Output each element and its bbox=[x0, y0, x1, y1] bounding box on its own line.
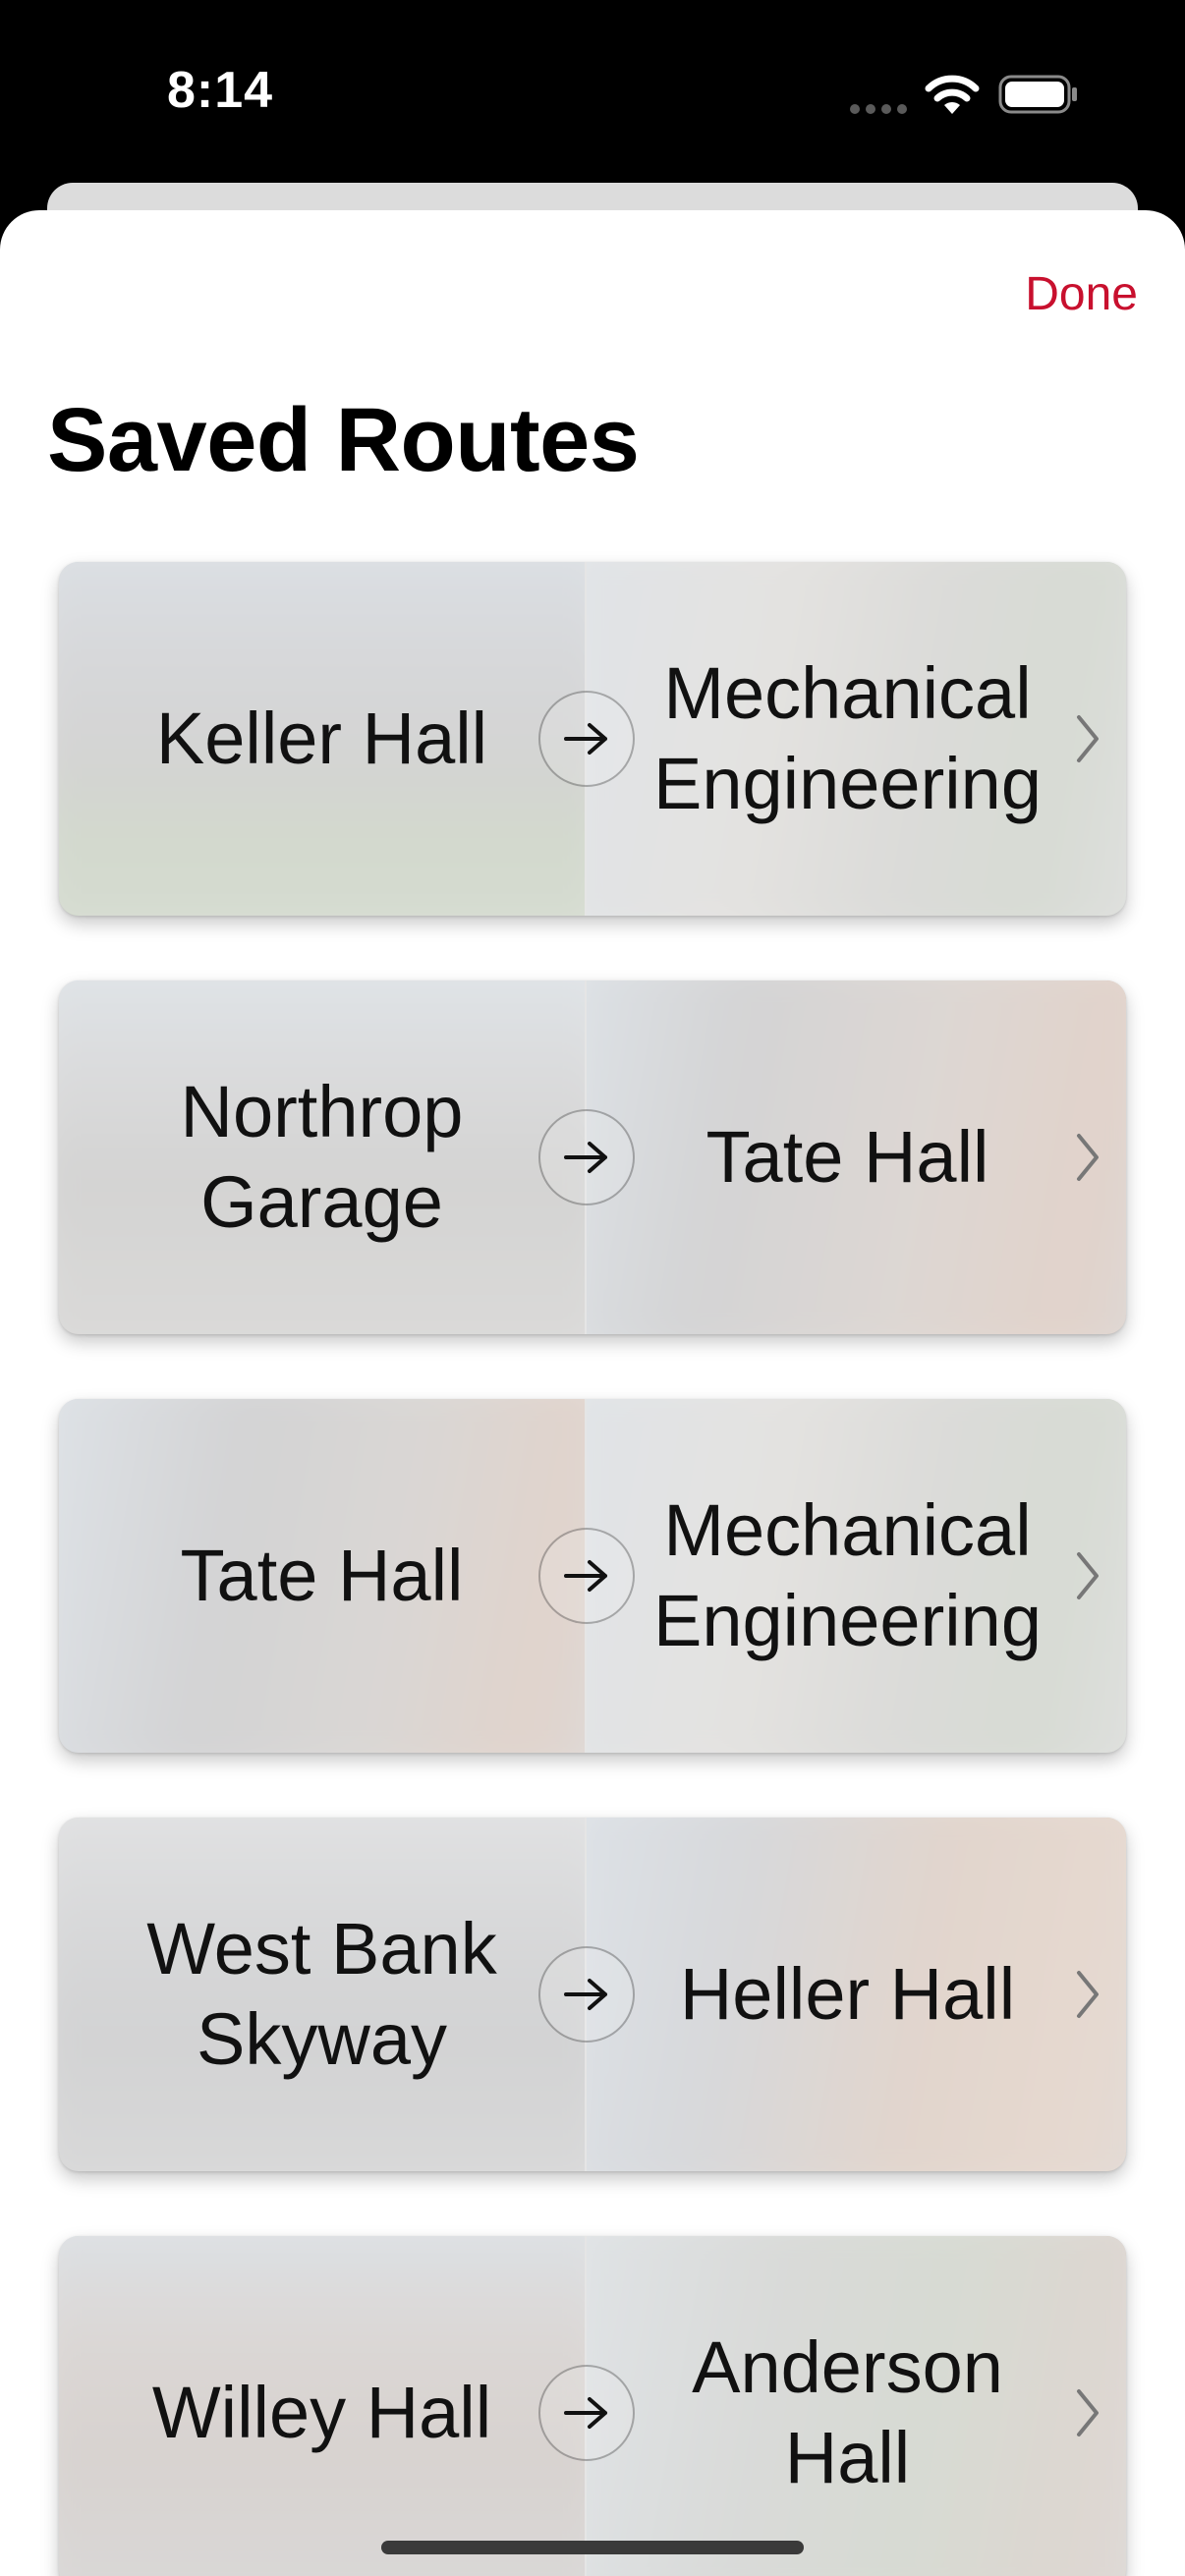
route-destination: Tate Hall bbox=[585, 980, 1126, 1334]
chevron-right-icon bbox=[1077, 1134, 1099, 1181]
status-time: 8:14 bbox=[167, 62, 274, 119]
destination-label: Anderson Hall bbox=[692, 2326, 1003, 2498]
origin-label: Northrop Garage bbox=[180, 1071, 464, 1243]
route-destination: Mechanical Engineering bbox=[585, 1399, 1126, 1753]
chevron-right-icon bbox=[1077, 2389, 1099, 2436]
route-card[interactable]: West Bank Skyway Heller Hall bbox=[59, 1818, 1126, 2171]
route-card[interactable]: Keller Hall Mechanical Engineering bbox=[59, 562, 1126, 916]
chevron-right-icon bbox=[1077, 715, 1099, 762]
route-list: Keller Hall Mechanical Engineering North… bbox=[59, 562, 1126, 2576]
chevron-right-icon bbox=[1077, 1971, 1099, 2018]
origin-label: Keller Hall bbox=[155, 698, 488, 779]
cellular-signal-icon bbox=[850, 104, 907, 114]
origin-label: Willey Hall bbox=[151, 2372, 492, 2453]
chevron-right-icon bbox=[1077, 1552, 1099, 1599]
saved-routes-sheet: Done Saved Routes Keller Hall Mechanical… bbox=[0, 210, 1185, 2576]
destination-label: Tate Hall bbox=[705, 1116, 989, 1198]
route-card[interactable]: Northrop Garage Tate Hall bbox=[59, 980, 1126, 1334]
done-button[interactable]: Done bbox=[1025, 267, 1138, 321]
status-bar: 8:14 bbox=[0, 0, 1185, 183]
route-origin: Willey Hall bbox=[59, 2236, 585, 2576]
route-origin: Tate Hall bbox=[59, 1399, 585, 1753]
route-destination: Heller Hall bbox=[585, 1818, 1126, 2171]
route-card[interactable]: Willey Hall Anderson Hall bbox=[59, 2236, 1126, 2576]
battery-icon bbox=[998, 75, 1077, 114]
route-origin: Keller Hall bbox=[59, 562, 585, 916]
arrow-right-icon bbox=[538, 1109, 635, 1205]
arrow-right-icon bbox=[538, 1528, 635, 1624]
origin-label: West Bank Skyway bbox=[146, 1908, 497, 2080]
destination-label: Mechanical Engineering bbox=[653, 652, 1042, 824]
wifi-icon bbox=[925, 75, 980, 114]
route-origin: West Bank Skyway bbox=[59, 1818, 585, 2171]
home-indicator[interactable] bbox=[381, 2541, 804, 2554]
page-title: Saved Routes bbox=[47, 390, 640, 490]
route-destination: Anderson Hall bbox=[585, 2236, 1126, 2576]
arrow-right-icon bbox=[538, 691, 635, 787]
arrow-right-icon bbox=[538, 1946, 635, 2043]
route-origin: Northrop Garage bbox=[59, 980, 585, 1334]
route-destination: Mechanical Engineering bbox=[585, 562, 1126, 916]
destination-label: Heller Hall bbox=[679, 1953, 1016, 2035]
origin-label: Tate Hall bbox=[180, 1535, 464, 1616]
arrow-right-icon bbox=[538, 2365, 635, 2461]
destination-label: Mechanical Engineering bbox=[653, 1489, 1042, 1661]
route-card[interactable]: Tate Hall Mechanical Engineering bbox=[59, 1399, 1126, 1753]
